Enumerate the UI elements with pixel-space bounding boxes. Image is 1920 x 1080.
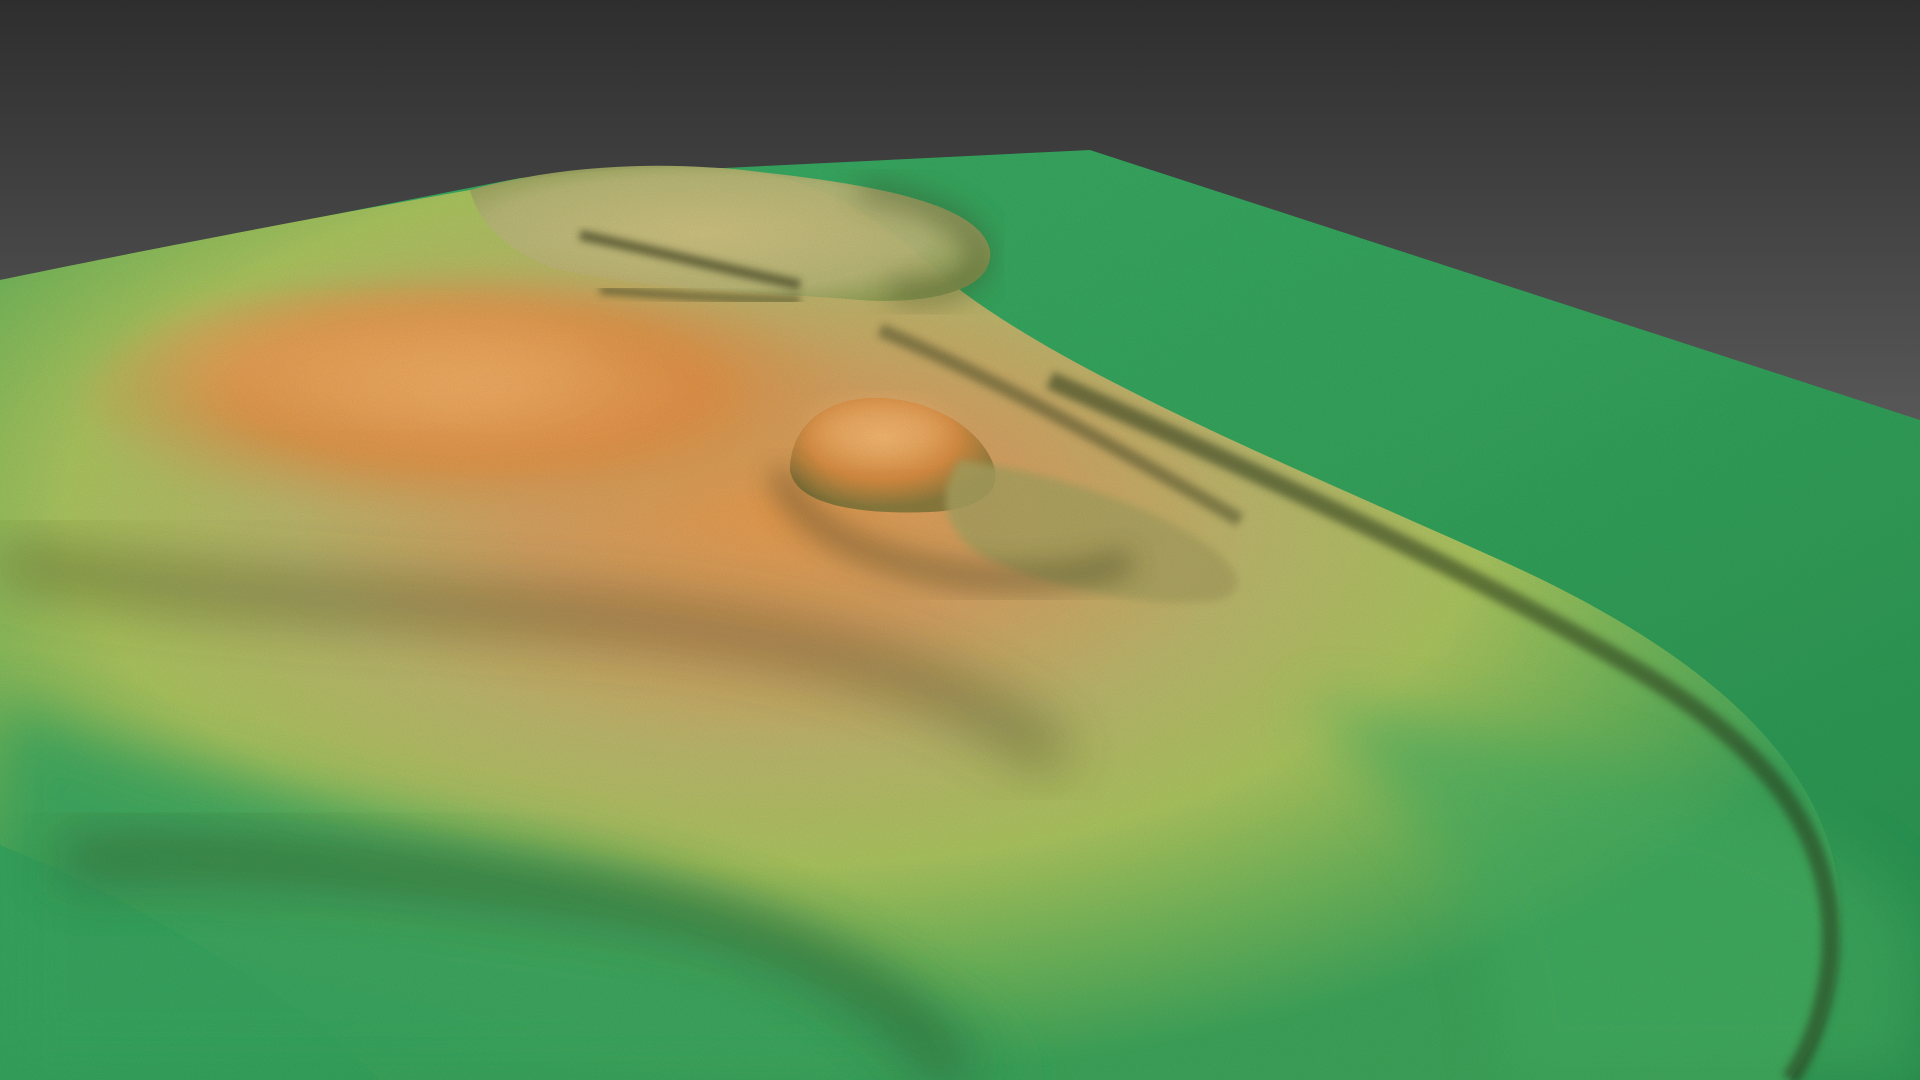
mound-highlight bbox=[810, 402, 950, 458]
terrain-canvas bbox=[0, 0, 1920, 1080]
ridge-highlight bbox=[160, 310, 600, 410]
terrain-render bbox=[0, 0, 1920, 1080]
